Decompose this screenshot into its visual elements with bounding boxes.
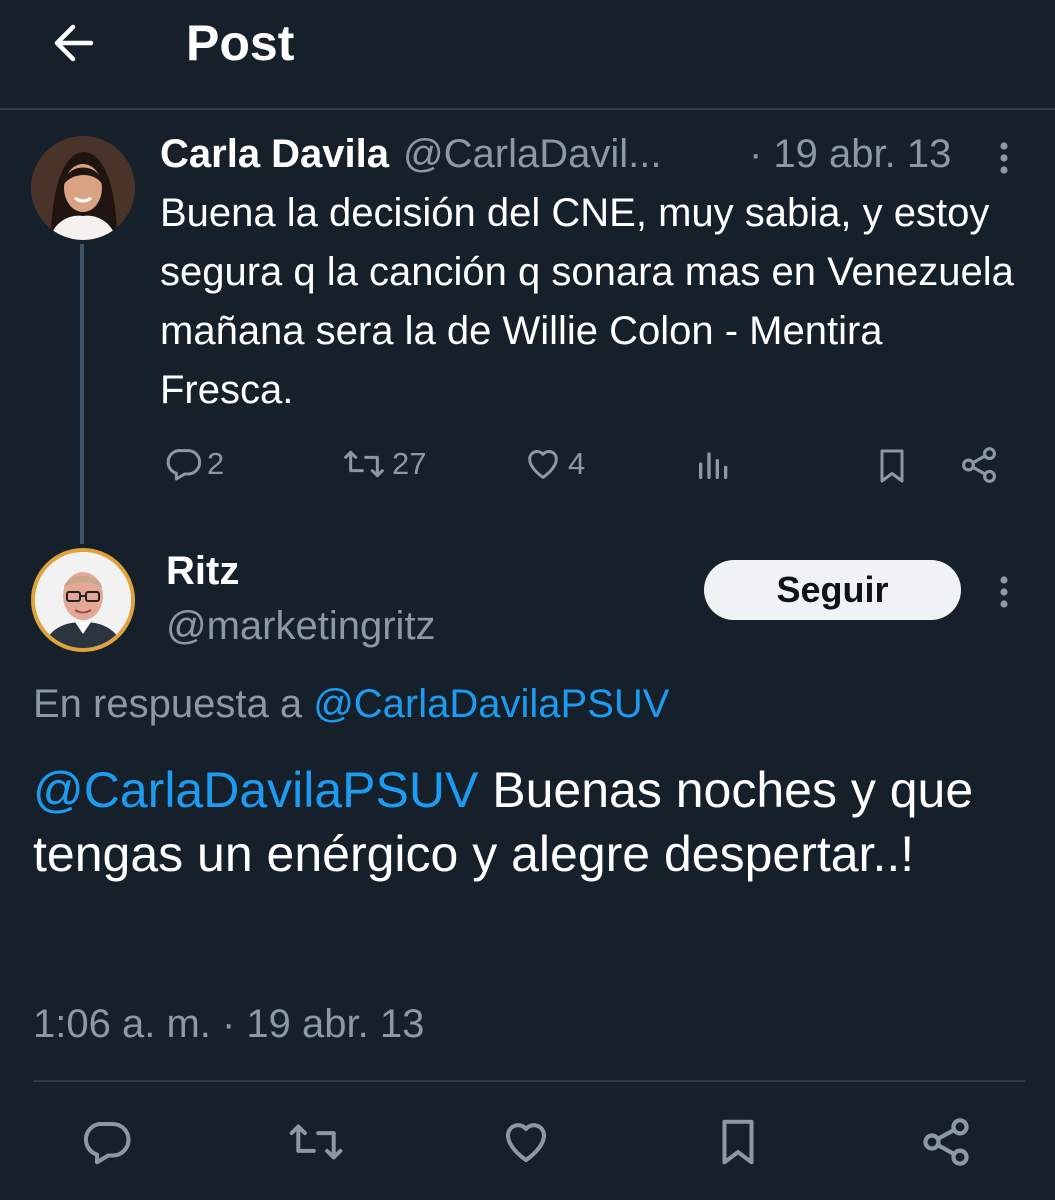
bar-chart-icon bbox=[694, 444, 734, 484]
avatar[interactable] bbox=[31, 548, 135, 652]
reply-to-handle-link[interactable]: @CarlaDavilaPSUV bbox=[313, 682, 669, 726]
reply-button[interactable] bbox=[76, 1112, 136, 1172]
retweet-icon bbox=[285, 1115, 347, 1169]
back-button[interactable] bbox=[44, 14, 102, 72]
reply-context: En respuesta a @CarlaDavilaPSUV bbox=[33, 678, 669, 730]
share-button[interactable] bbox=[916, 1112, 976, 1172]
author-name[interactable]: Ritz bbox=[166, 545, 239, 597]
views-button[interactable] bbox=[694, 444, 734, 484]
more-options-button[interactable] bbox=[986, 134, 1022, 182]
share-button[interactable] bbox=[958, 444, 1000, 486]
divider bbox=[33, 1080, 1025, 1082]
retweet-button[interactable]: 27 bbox=[340, 444, 426, 484]
author-handle[interactable]: @CarlaDavil... bbox=[403, 132, 661, 176]
more-vertical-icon bbox=[999, 575, 1009, 609]
follow-button[interactable]: Seguir bbox=[704, 560, 961, 620]
more-options-button[interactable] bbox=[986, 568, 1022, 616]
more-vertical-icon bbox=[999, 141, 1009, 175]
like-count: 4 bbox=[568, 446, 586, 481]
reply-button[interactable]: 2 bbox=[163, 444, 224, 484]
thread-line bbox=[80, 244, 84, 544]
like-button[interactable]: 4 bbox=[522, 444, 585, 484]
comment-icon bbox=[163, 444, 203, 484]
share-icon bbox=[918, 1114, 974, 1170]
tweet-text: Buena la decisión del CNE, muy sabia, y … bbox=[160, 191, 1014, 412]
author-handle[interactable]: @marketingritz bbox=[166, 600, 436, 652]
retweet-icon bbox=[340, 444, 388, 484]
header-divider bbox=[0, 108, 1055, 110]
tweet-timestamp: 1:06 a. m. · 19 abr. 13 bbox=[33, 1002, 425, 1046]
bookmark-button[interactable] bbox=[872, 444, 912, 488]
share-icon bbox=[958, 444, 1000, 486]
author-name[interactable]: Carla Davila bbox=[160, 132, 389, 176]
avatar[interactable] bbox=[31, 136, 135, 240]
like-button[interactable] bbox=[496, 1112, 556, 1172]
heart-icon bbox=[522, 444, 564, 484]
tweet-header: Carla Davila @CarlaDavil... bbox=[160, 128, 661, 180]
mention-link[interactable]: @CarlaDavilaPSUV bbox=[33, 762, 478, 818]
page-title: Post bbox=[186, 15, 295, 71]
bookmark-icon bbox=[711, 1113, 765, 1171]
comment-icon bbox=[79, 1115, 133, 1169]
heart-icon bbox=[498, 1115, 554, 1169]
tweet-text: @CarlaDavilaPSUV Buenas noches y que ten… bbox=[33, 758, 1023, 886]
tweet-date: · 19 abr. 13 bbox=[749, 132, 952, 176]
arrow-left-icon bbox=[51, 23, 95, 63]
retweet-count: 27 bbox=[392, 446, 427, 481]
reply-count: 2 bbox=[207, 446, 225, 481]
bookmark-icon bbox=[872, 444, 912, 488]
bookmark-button[interactable] bbox=[708, 1112, 768, 1172]
reply-to-label: En respuesta a bbox=[33, 682, 303, 726]
retweet-button[interactable] bbox=[286, 1112, 346, 1172]
